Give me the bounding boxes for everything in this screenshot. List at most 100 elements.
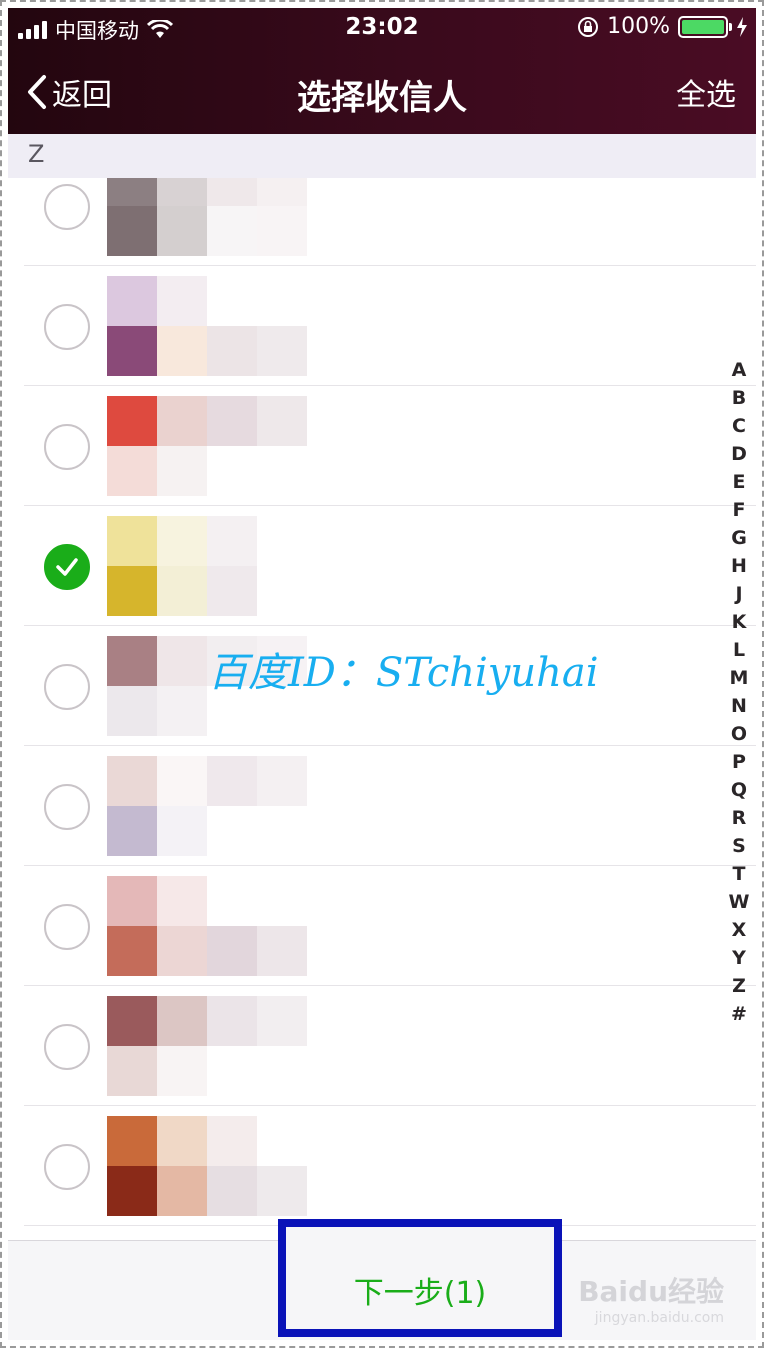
index-letter[interactable]: R <box>726 804 752 832</box>
baidu-logo: Baidu经验 jingyan.baidu.com <box>578 1275 724 1326</box>
pixelated-contact-tile <box>157 876 207 926</box>
index-letter[interactable]: Y <box>726 944 752 972</box>
header: 中国移动 23:02 100% 返回 选择收信人 全选 <box>8 8 756 134</box>
contact-row[interactable] <box>8 266 756 386</box>
index-letter[interactable]: T <box>726 860 752 888</box>
pixelated-contact-tile <box>107 1116 157 1166</box>
pixelated-contact-tile <box>107 686 157 736</box>
index-letter[interactable]: K <box>726 608 752 636</box>
index-letter[interactable]: S <box>726 832 752 860</box>
pixelated-contact-tile <box>207 396 257 446</box>
pixelated-contact-tile <box>157 1166 207 1216</box>
pixelated-contact-tile <box>257 206 307 256</box>
pixelated-contact-tile <box>107 636 157 686</box>
pixelated-contact-tile <box>107 806 157 856</box>
pixelated-contact-tile <box>157 326 207 376</box>
index-letter[interactable]: P <box>726 748 752 776</box>
pixelated-contact-tile <box>107 926 157 976</box>
pixelated-contact-tile <box>207 876 257 926</box>
checkbox-unchecked-icon[interactable] <box>44 184 90 230</box>
contact-row[interactable] <box>8 1106 756 1226</box>
checkbox-unchecked-icon[interactable] <box>44 784 90 830</box>
pixelated-contact-tile <box>157 636 207 686</box>
pixelated-contact-tile <box>207 926 257 976</box>
pixelated-contact-tile <box>157 206 207 256</box>
checkbox-unchecked-icon[interactable] <box>44 304 90 350</box>
pixelated-contact-tile <box>207 1116 257 1166</box>
pixelated-contact-tile <box>207 446 257 496</box>
index-letter[interactable]: D <box>726 440 752 468</box>
pixelated-contact-tile <box>107 396 157 446</box>
pixelated-contact-tile <box>157 996 207 1046</box>
checkbox-unchecked-icon[interactable] <box>44 1144 90 1190</box>
pixelated-contact-tile <box>207 276 257 326</box>
pixelated-contact-tile <box>207 206 257 256</box>
pixelated-contact-tile <box>157 1116 207 1166</box>
contact-row[interactable] <box>8 386 756 506</box>
pixelated-contact-tile <box>107 876 157 926</box>
pixelated-contact-tile <box>157 806 207 856</box>
checkbox-unchecked-icon[interactable] <box>44 664 90 710</box>
pixelated-contact-tile <box>257 326 307 376</box>
pixelated-contact-tile <box>257 446 307 496</box>
pixelated-contact-tile <box>157 566 207 616</box>
checkbox-unchecked-icon[interactable] <box>44 424 90 470</box>
pixelated-contact-tile <box>207 516 257 566</box>
contact-row[interactable] <box>8 506 756 626</box>
pixelated-contact-tile <box>107 1046 157 1096</box>
pixelated-contact-tile <box>157 446 207 496</box>
next-step-button[interactable]: 下一步(1) <box>278 1219 562 1337</box>
pixelated-contact-tile <box>157 686 207 736</box>
index-letter[interactable]: Q <box>726 776 752 804</box>
battery-percent: 100% <box>607 14 670 39</box>
index-letter[interactable]: N <box>726 692 752 720</box>
pixelated-contact-tile <box>257 876 307 926</box>
index-letter[interactable]: Z <box>726 972 752 1000</box>
pixelated-contact-tile <box>107 446 157 496</box>
index-letter[interactable]: F <box>726 496 752 524</box>
index-letter[interactable]: A <box>726 356 752 384</box>
checkbox-unchecked-icon[interactable] <box>44 904 90 950</box>
index-letter[interactable]: G <box>726 524 752 552</box>
index-letter[interactable]: B <box>726 384 752 412</box>
pixelated-contact-tile <box>107 276 157 326</box>
charging-icon <box>737 16 747 37</box>
section-header: Z <box>8 134 756 178</box>
pixelated-contact-tile <box>257 1166 307 1216</box>
index-letter[interactable]: H <box>726 552 752 580</box>
index-letter[interactable]: J <box>726 580 752 608</box>
status-bar: 中国移动 23:02 100% <box>8 8 756 50</box>
index-letter[interactable]: C <box>726 412 752 440</box>
pixelated-contact-tile <box>257 996 307 1046</box>
pixelated-contact-tile <box>207 566 257 616</box>
contact-row[interactable] <box>8 746 756 866</box>
pixelated-contact-tile <box>257 396 307 446</box>
index-letter[interactable]: E <box>726 468 752 496</box>
pixelated-contact-tile <box>207 756 257 806</box>
pixelated-contact-tile <box>257 1046 307 1096</box>
pixelated-contact-tile <box>157 516 207 566</box>
contact-row[interactable] <box>8 866 756 986</box>
index-letter[interactable]: M <box>726 664 752 692</box>
pixelated-contact-tile <box>107 326 157 376</box>
pixelated-contact-tile <box>107 756 157 806</box>
select-all-button[interactable]: 全选 <box>676 70 736 114</box>
index-letter[interactable]: W <box>726 888 752 916</box>
index-letter[interactable]: # <box>726 1000 752 1028</box>
index-letter[interactable]: O <box>726 720 752 748</box>
index-letter[interactable]: L <box>726 636 752 664</box>
rotation-lock-icon <box>578 16 599 37</box>
pixelated-contact-tile <box>257 276 307 326</box>
pixelated-contact-tile <box>157 396 207 446</box>
contact-row[interactable] <box>8 986 756 1106</box>
checkmark-icon <box>56 558 78 576</box>
index-letter[interactable]: X <box>726 916 752 944</box>
pixelated-contact-tile <box>207 1166 257 1216</box>
alphabet-index[interactable]: A B C D E F G H J K L M N O P Q R S T W X Y Z # <box>726 356 752 1028</box>
checkbox-unchecked-icon[interactable] <box>44 1024 90 1070</box>
pixelated-contact-tile <box>107 1166 157 1216</box>
page-title: 选择收信人 <box>297 78 467 118</box>
pixelated-contact-tile <box>207 1046 257 1096</box>
pixelated-contact-tile <box>107 206 157 256</box>
checkbox-checked-icon[interactable] <box>44 544 90 590</box>
